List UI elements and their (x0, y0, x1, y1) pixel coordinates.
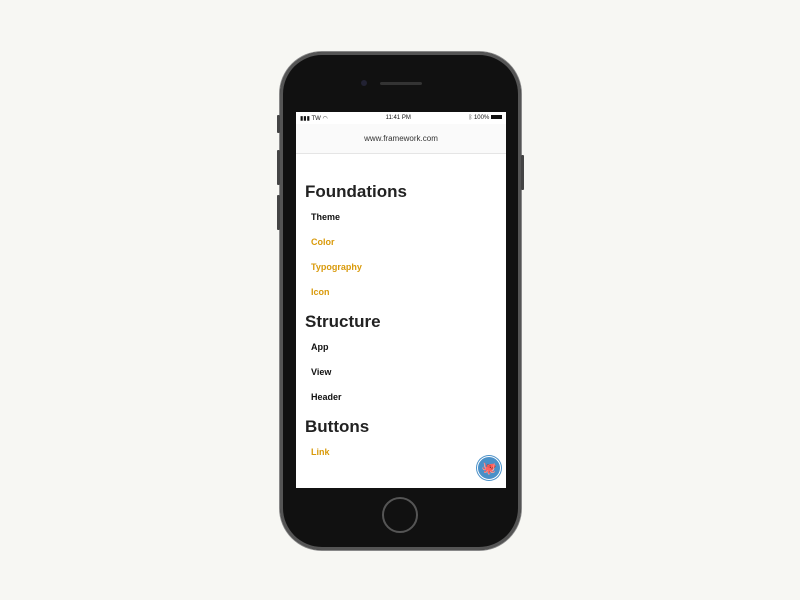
power-button (521, 155, 524, 190)
status-bar: ▮▮▮ TW ◠ 11:41 PM ᛒ 100% (296, 112, 506, 124)
github-icon: 🐙 (481, 461, 497, 475)
nav-item-link[interactable]: Link (305, 447, 506, 472)
battery-icon (491, 115, 502, 120)
nav-item-app[interactable]: App (305, 342, 506, 367)
carrier: TW (311, 115, 321, 122)
nav-item-color[interactable]: Color (305, 237, 506, 262)
nav-item-typography[interactable]: Typography (305, 262, 506, 287)
carrier-signal: ▮▮▮ TW ◠ (300, 115, 328, 122)
camera (361, 80, 367, 86)
wifi-icon: ◠ (322, 115, 328, 122)
volume-up-button (277, 150, 280, 185)
screen: ▮▮▮ TW ◠ 11:41 PM ᛒ 100% www.framework.c… (296, 112, 506, 488)
section-heading: Structure (305, 312, 381, 331)
url-bar[interactable]: www.framework.com (296, 124, 506, 154)
volume-down-button (277, 195, 280, 230)
nav-item-view[interactable]: View (305, 367, 506, 392)
speaker (380, 82, 422, 85)
nav-item-header[interactable]: Header (305, 392, 506, 417)
github-button[interactable]: 🐙 (477, 456, 501, 480)
section-heading: Foundations (305, 182, 407, 201)
nav-item-theme[interactable]: Theme (305, 212, 506, 237)
battery-status: ᛒ 100% (469, 115, 502, 121)
home-button[interactable] (382, 497, 418, 533)
nav-item-icon[interactable]: Icon (305, 287, 506, 312)
section-heading: Buttons (305, 417, 370, 436)
mute-switch (277, 115, 280, 133)
bluetooth-icon: ᛒ (468, 115, 473, 121)
battery-percent: 100% (473, 115, 490, 121)
clock: 11:41 PM (385, 115, 411, 121)
navigation-list: Foundations Theme Color Typography Icon Struc… (296, 154, 506, 472)
